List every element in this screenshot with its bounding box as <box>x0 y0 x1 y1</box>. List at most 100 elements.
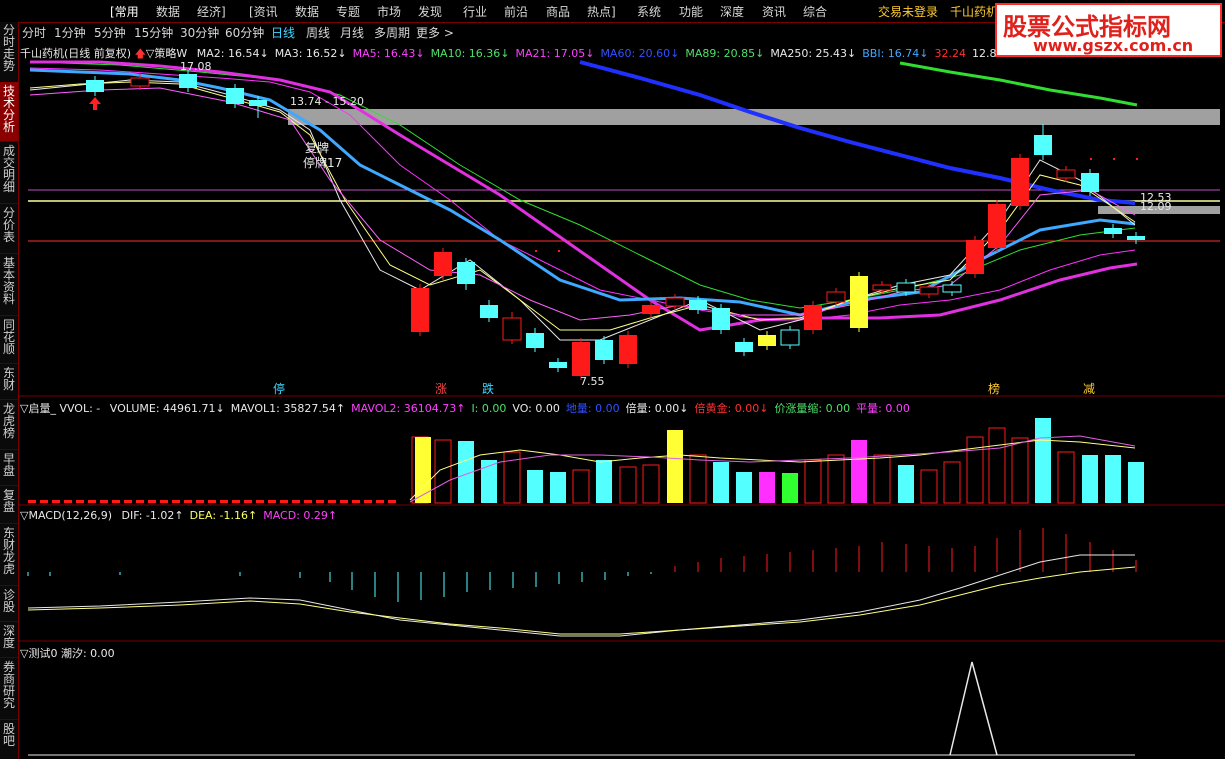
candle-body-7 <box>457 262 475 284</box>
tide-spike <box>949 661 998 756</box>
candle-body-11 <box>549 362 567 368</box>
volume-bar-17 <box>782 473 798 503</box>
candle-body-32 <box>1034 135 1052 155</box>
resume-label: 复牌 <box>305 141 329 155</box>
volume-bar-24 <box>943 461 961 504</box>
volume-bar-30 <box>1082 455 1098 503</box>
ma21-line <box>29 67 1136 321</box>
candle-body-23 <box>826 291 846 303</box>
volume-bar-small-40 <box>40 500 48 503</box>
volume-bar-small-64 <box>64 500 72 503</box>
volume-bar-small-172 <box>172 500 180 503</box>
candle-body-14 <box>619 335 637 364</box>
candle-body-12 <box>572 342 590 376</box>
volume-bar-small-196 <box>196 500 204 503</box>
volume-bar-20 <box>851 440 867 503</box>
mark-reduce: 减 <box>1083 382 1095 396</box>
candle-body-4 <box>249 100 267 106</box>
volume-bar-small-28 <box>28 500 36 503</box>
volume-bar-12 <box>667 430 683 503</box>
signal-dot-0 <box>1090 158 1092 160</box>
volume-bar-9 <box>596 460 612 503</box>
volume-bar-small-352 <box>352 500 360 503</box>
volume-bar-28 <box>1035 418 1051 503</box>
volume-bar-21 <box>873 454 891 504</box>
volume-bar-small-376 <box>376 500 384 503</box>
volume-bar-2 <box>434 439 452 504</box>
volume-bar-small-208 <box>208 500 216 503</box>
range-label: 13.74 - 15.20 <box>290 95 364 108</box>
candle-body-3 <box>226 88 244 104</box>
mark-list: 榜 <box>988 381 1000 396</box>
buy-arrow-icon <box>89 97 101 110</box>
volume-bar-small-292 <box>292 500 300 503</box>
candle-body-29 <box>966 240 984 274</box>
volume-bar-small-136 <box>136 500 144 503</box>
candle-body-36 <box>1127 236 1145 240</box>
mark-fall: 跌 <box>482 381 494 396</box>
volume-bar-10 <box>619 466 637 504</box>
candle-body-0 <box>86 80 104 92</box>
candle-body-1 <box>130 77 150 87</box>
candle-body-17 <box>689 300 707 310</box>
candle-body-18 <box>712 308 730 330</box>
volume-bar-small-76 <box>76 500 84 503</box>
volume-bar-small-184 <box>184 500 192 503</box>
bbi-line <box>30 60 1138 332</box>
candle-body-2 <box>179 74 197 88</box>
volume-bar-group <box>28 418 1144 504</box>
volume-bar-small-124 <box>124 500 132 503</box>
dif-line <box>27 554 1135 637</box>
candle-body-22 <box>804 305 822 330</box>
mark-halt: 停 <box>273 381 285 396</box>
high-label: 17.08 <box>180 60 212 73</box>
candle-body-10 <box>526 333 544 348</box>
volume-bar-small-220 <box>220 500 228 503</box>
kline-chart[interactable]: 17.08 13.74 - 15.20 复牌 停牌17 7.55 12.53 1… <box>0 0 1225 759</box>
candle-body-9 <box>502 317 522 341</box>
volume-bar-11 <box>642 464 660 504</box>
volume-bar-small-328 <box>328 500 336 503</box>
level2-label: 12.09 <box>1140 200 1172 213</box>
volume-bar-6 <box>527 470 543 503</box>
volume-bar-23 <box>920 469 938 504</box>
macd-histogram-group <box>27 528 1137 602</box>
signal-dot-2 <box>1136 158 1138 160</box>
volume-bar-7 <box>550 472 566 503</box>
volume-bar-15 <box>736 472 752 503</box>
candle-body-26 <box>896 282 916 293</box>
volume-bar-22 <box>898 465 914 503</box>
candle-body-35 <box>1104 228 1122 234</box>
volume-bar-29 <box>1057 451 1075 504</box>
volume-bar-small-88 <box>88 500 96 503</box>
candle-body-24 <box>850 276 868 328</box>
ma60-line <box>579 60 1136 205</box>
volume-bar-small-268 <box>268 500 276 503</box>
volume-bar-small-232 <box>232 500 240 503</box>
volume-bar-small-316 <box>316 500 324 503</box>
volume-bar-25 <box>966 436 984 504</box>
candle-body-21 <box>780 329 800 346</box>
volume-bar-small-148 <box>148 500 156 503</box>
mark-rise: 涨 <box>435 381 447 396</box>
candle-body-28 <box>942 284 962 293</box>
volume-bar-26 <box>988 427 1006 504</box>
candle-body-6 <box>434 252 452 276</box>
volume-bar-19 <box>827 454 845 504</box>
candle-body-16 <box>665 297 685 307</box>
volume-bar-small-112 <box>112 500 120 503</box>
volume-bar-small-256 <box>256 500 264 503</box>
candle-body-25 <box>872 284 892 291</box>
volume-bar-27 <box>1011 437 1029 504</box>
candle-body-31 <box>1011 158 1029 206</box>
volume-bar-18 <box>804 459 822 504</box>
candle-body-20 <box>758 335 776 346</box>
candle-body-33 <box>1056 169 1076 179</box>
volume-bar-small-280 <box>280 500 288 503</box>
candle-body-30 <box>988 204 1006 248</box>
volume-bar-small-340 <box>340 500 348 503</box>
volume-bar-13 <box>689 454 707 504</box>
volume-bar-small-364 <box>364 500 372 503</box>
signal-dot-3 <box>535 250 537 252</box>
candle-body-19 <box>735 342 753 352</box>
